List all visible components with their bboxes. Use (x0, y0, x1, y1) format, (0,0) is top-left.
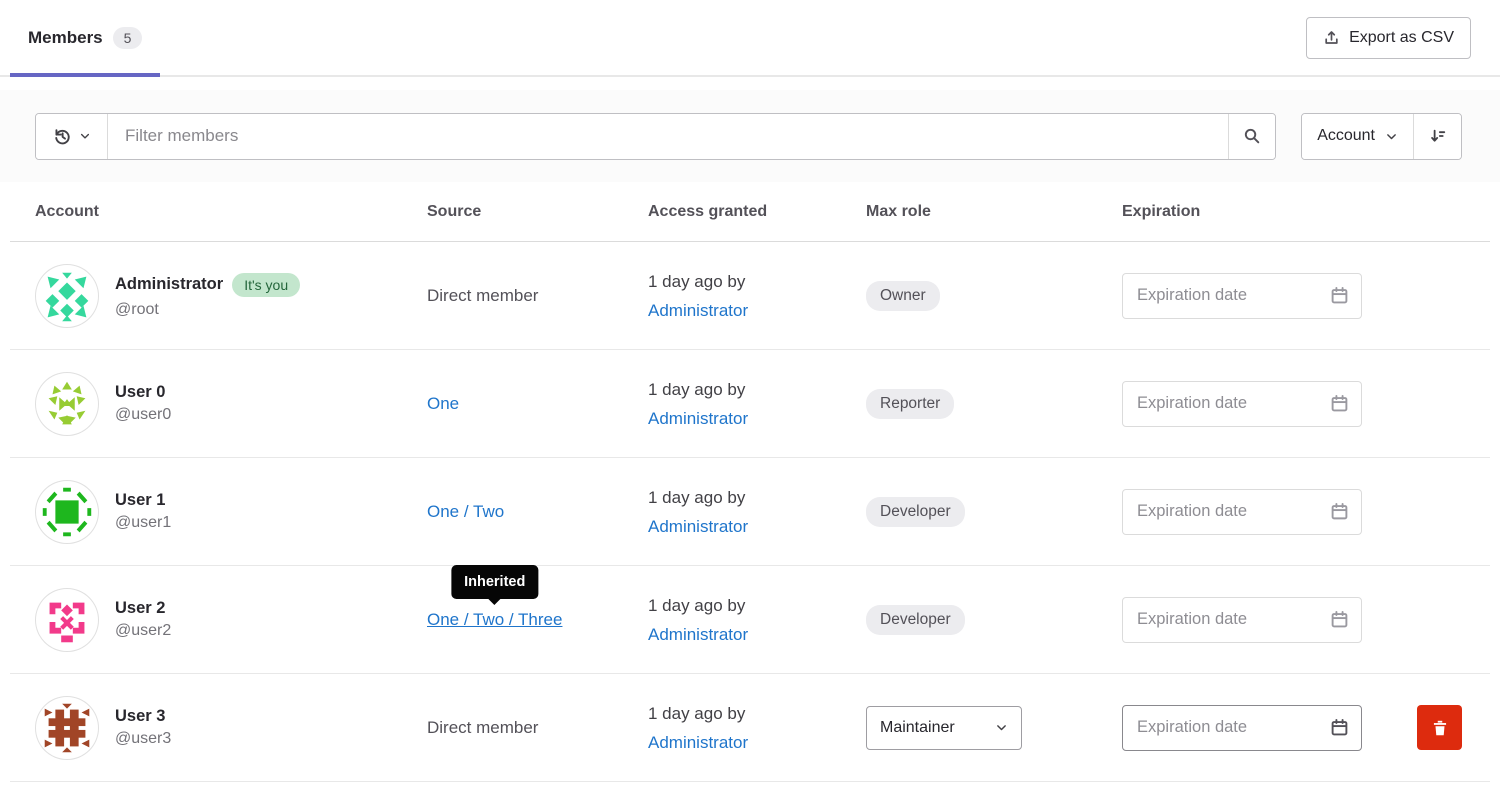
history-icon (53, 127, 72, 146)
member-name[interactable]: User 1 (115, 491, 165, 510)
access-granted-time: 1 day ago by (648, 267, 866, 296)
access-granted-time: 1 day ago by (648, 591, 866, 620)
expiration-date-input (1137, 286, 1330, 305)
access-granted-cell: 1 day ago by Administrator (648, 375, 866, 433)
source-link[interactable]: One / Two (427, 502, 504, 521)
access-granted-by-link[interactable]: Administrator (648, 517, 748, 536)
source-cell: Direct member (427, 718, 648, 738)
max-role-badge: Reporter (866, 389, 954, 419)
source-link[interactable]: One / Two / Three (427, 610, 562, 629)
sort-field-dropdown[interactable]: Account (1302, 114, 1413, 159)
access-granted-by-link[interactable]: Administrator (648, 409, 748, 428)
access-granted-by-link[interactable]: Administrator (648, 301, 748, 320)
access-granted-cell: 1 day ago by Administrator (648, 591, 866, 649)
export-icon (1323, 29, 1340, 46)
access-granted-cell: 1 day ago by Administrator (648, 483, 866, 541)
chevron-down-icon (79, 130, 91, 142)
expiration-date-input (1137, 610, 1330, 629)
remove-member-button[interactable] (1417, 705, 1462, 750)
table-row: User 2 @user2 One / Two / Three Inherite… (10, 566, 1490, 674)
chevron-down-icon (1385, 130, 1398, 143)
member-name[interactable]: User 0 (115, 383, 165, 402)
access-granted-by-link[interactable]: Administrator (648, 733, 748, 752)
sort-group: Account (1301, 113, 1462, 160)
member-username: @user1 (115, 514, 171, 532)
trash-icon (1431, 719, 1449, 737)
export-csv-button[interactable]: Export as CSV (1306, 17, 1471, 59)
max-role-badge: Developer (866, 497, 965, 527)
calendar-icon (1330, 718, 1349, 737)
search-button[interactable] (1228, 114, 1275, 159)
table-header-row: Account Source Access granted Max role E… (10, 182, 1490, 242)
column-header-access-granted: Access granted (648, 203, 866, 221)
expiration-date-input (1137, 394, 1330, 413)
access-granted-cell: 1 day ago by Administrator (648, 699, 866, 757)
expiration-date-field (1122, 381, 1362, 427)
export-csv-label: Export as CSV (1349, 29, 1454, 47)
tab-members[interactable]: Members 5 (10, 0, 160, 75)
expiration-date-input (1137, 502, 1330, 521)
avatar (35, 480, 99, 544)
member-username: @user2 (115, 622, 171, 640)
members-count-badge: 5 (113, 27, 143, 49)
tabs-bar: Members 5 Export as CSV (0, 0, 1500, 77)
sort-descending-icon (1429, 127, 1447, 145)
column-header-account: Account (35, 203, 427, 221)
source-cell: Direct member (427, 286, 648, 306)
expiration-date-field (1122, 489, 1362, 535)
access-granted-time: 1 day ago by (648, 699, 866, 728)
calendar-icon (1330, 502, 1349, 521)
table-row: Administrator It's you @root Direct memb… (10, 242, 1490, 350)
expiration-date-input[interactable] (1137, 718, 1330, 737)
filter-history-dropdown[interactable] (36, 114, 108, 159)
member-username: @root (115, 301, 300, 319)
column-header-max-role: Max role (866, 203, 1122, 221)
its-you-badge: It's you (232, 273, 300, 297)
inherited-tooltip: Inherited (451, 565, 538, 599)
avatar (35, 588, 99, 652)
access-granted-time: 1 day ago by (648, 375, 866, 404)
expiration-date-field (1122, 705, 1362, 751)
member-name[interactable]: Administrator (115, 275, 223, 294)
sort-field-label: Account (1317, 127, 1375, 145)
sort-direction-button[interactable] (1413, 114, 1461, 159)
search-icon (1243, 127, 1261, 145)
column-header-source: Source (427, 203, 648, 221)
member-username: @user0 (115, 406, 171, 424)
filter-group (35, 113, 1276, 160)
max-role-dropdown-label: Maintainer (880, 719, 955, 737)
chevron-down-icon (995, 721, 1008, 734)
member-username: @user3 (115, 730, 171, 748)
calendar-icon (1330, 394, 1349, 413)
max-role-dropdown[interactable]: Maintainer (866, 706, 1022, 750)
filter-bar: Account (0, 90, 1500, 182)
table-row: User 3 @user3 Direct member 1 day ago by… (10, 674, 1490, 782)
calendar-icon (1330, 286, 1349, 305)
source-link[interactable]: One (427, 394, 459, 413)
calendar-icon (1330, 610, 1349, 629)
member-name[interactable]: User 3 (115, 707, 165, 726)
members-table: Account Source Access granted Max role E… (10, 182, 1490, 782)
expiration-date-field (1122, 273, 1362, 319)
avatar (35, 264, 99, 328)
avatar (35, 696, 99, 760)
table-row: User 0 @user0 One 1 day ago by Administr… (10, 350, 1490, 458)
access-granted-time: 1 day ago by (648, 483, 866, 512)
expiration-date-field (1122, 597, 1362, 643)
table-row: User 1 @user1 One / Two 1 day ago by Adm… (10, 458, 1490, 566)
member-name[interactable]: User 2 (115, 599, 165, 618)
filter-members-input[interactable] (108, 114, 1228, 159)
access-granted-cell: 1 day ago by Administrator (648, 267, 866, 325)
column-header-expiration: Expiration (1122, 203, 1417, 221)
avatar (35, 372, 99, 436)
tab-members-label: Members (28, 28, 103, 48)
max-role-badge: Owner (866, 281, 940, 311)
access-granted-by-link[interactable]: Administrator (648, 625, 748, 644)
max-role-badge: Developer (866, 605, 965, 635)
